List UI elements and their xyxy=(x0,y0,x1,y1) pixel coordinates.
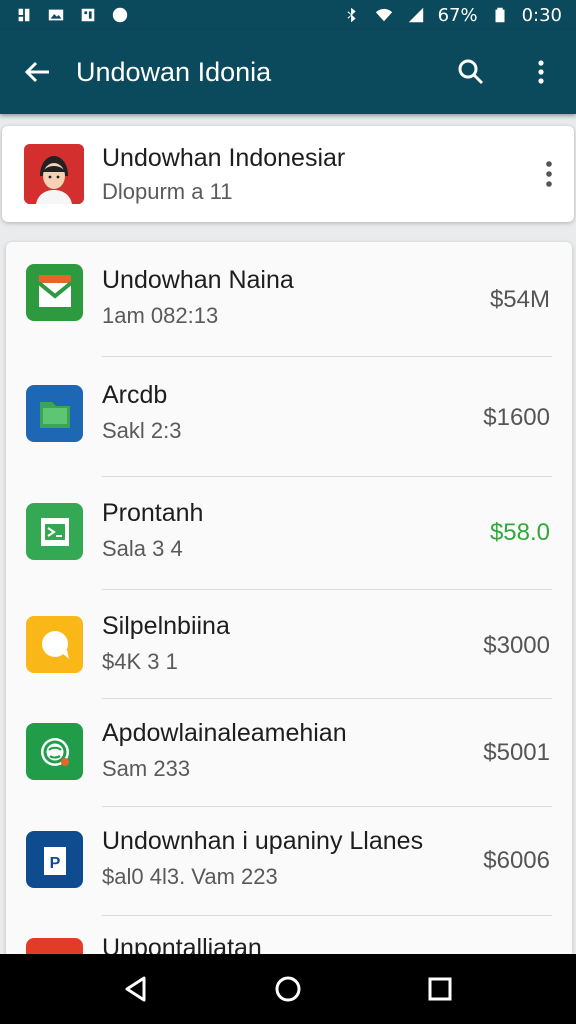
list-item[interactable]: Arcdb Sakl 2:3 $1600 xyxy=(6,357,572,476)
nav-back-button[interactable] xyxy=(106,959,166,1019)
sheet-icon xyxy=(26,503,83,560)
list-item-sub: Sakl 2:3 xyxy=(102,418,182,443)
app-bar: Undowan Idonia xyxy=(0,30,576,114)
chat-icon xyxy=(26,616,83,673)
list-item[interactable]: Prontanh Sala 3 4 $58.0 xyxy=(6,477,572,589)
status-right: 67% 0:30 xyxy=(342,0,562,30)
avatar xyxy=(24,144,84,204)
battery-percent: 67% xyxy=(437,4,478,26)
account-name: Undowhan Indonesiar xyxy=(102,143,346,172)
list-item-texts: Prontanh Sala 3 4 xyxy=(102,499,203,562)
list-item-sub: 1am 082:13 xyxy=(102,303,219,328)
doc-icon: P xyxy=(26,831,83,888)
square-recents-icon xyxy=(428,977,452,1001)
account-subtitle: Dlopurm a 11 xyxy=(102,178,233,204)
system-nav-bar xyxy=(0,954,576,1024)
list-item-texts: Undownhan i upaniny Llanes $al0 4l3. Vam… xyxy=(102,827,423,890)
list-item-sub: Sala 3 4 xyxy=(102,536,183,561)
search-button[interactable] xyxy=(436,30,506,114)
person-icon xyxy=(24,144,84,204)
list-item-texts: Apdowlainaleamehian Sam 233 xyxy=(102,719,347,782)
list-item-sub: $al0 4l3. Vam 223 xyxy=(102,864,278,889)
list-item[interactable]: Silpelnbiina $4K 3 1 $3000 xyxy=(6,590,572,698)
folder-icon xyxy=(26,385,83,442)
more-vert-icon xyxy=(538,60,544,84)
list-item-price: $3000 xyxy=(483,632,550,659)
back-button[interactable] xyxy=(0,30,76,114)
triangle-back-icon xyxy=(125,976,146,1002)
list-item-price: $5001 xyxy=(483,739,550,766)
status-left xyxy=(14,0,130,30)
circle-home-icon xyxy=(275,976,301,1002)
list-item-price: $1600 xyxy=(483,404,550,431)
list-item[interactable]: Apdowlainaleamehian Sam 233 $5001 xyxy=(6,699,572,806)
list-item[interactable]: P Undownhan i upaniny Llanes $al0 4l3. V… xyxy=(6,807,572,915)
gallery-icon xyxy=(78,5,98,25)
search-icon xyxy=(458,59,484,85)
list-item-name: Undowhan Naina xyxy=(102,266,294,294)
nav-recents-button[interactable] xyxy=(410,959,470,1019)
bluetooth-icon xyxy=(342,5,362,25)
app-title: Undowan Idonia xyxy=(76,56,272,87)
clock: 0:30 xyxy=(521,4,562,26)
svg-text:P: P xyxy=(49,855,60,872)
account-header-card[interactable]: Undowhan Indonesiar Dlopurm a 11 xyxy=(2,126,574,222)
header-more-button[interactable] xyxy=(524,126,574,222)
list-item-price: $54M xyxy=(489,286,550,313)
more-vert-icon xyxy=(546,161,552,187)
globe-icon xyxy=(26,723,83,780)
list-item-name: Undownhan i upaniny Llanes xyxy=(102,827,424,855)
list-item-sub: $4K 3 1 xyxy=(102,649,178,674)
image-icon xyxy=(46,5,66,25)
nav-home-button[interactable] xyxy=(258,959,318,1019)
header-texts: Undowhan Indonesiar Dlopurm a 11 xyxy=(102,144,524,205)
list-item[interactable]: Undowhan Naina 1am 082:13 $54M xyxy=(6,242,572,356)
signal-icon xyxy=(406,5,426,25)
overflow-menu-button[interactable] xyxy=(506,30,576,114)
list-item-name: Arcdb xyxy=(102,381,168,409)
app-list: Undowhan Naina 1am 082:13 $54M Arcdb Sak… xyxy=(6,242,572,962)
app-icon xyxy=(110,5,130,25)
list-item-price: $6006 xyxy=(483,847,550,874)
battery-icon xyxy=(490,5,510,25)
mail-icon xyxy=(26,264,83,321)
wifi-icon xyxy=(374,5,394,25)
list-item-price: $58.0 xyxy=(489,519,550,546)
list-item-texts: Arcdb Sakl 2:3 xyxy=(102,381,182,444)
notification-icon xyxy=(14,5,34,25)
list-item-texts: Silpelnbiina $4K 3 1 xyxy=(102,612,230,675)
list-item-texts: Undowhan Naina 1am 082:13 xyxy=(102,266,294,329)
list-item-name: Prontanh xyxy=(102,499,204,527)
arrow-left-icon xyxy=(24,61,49,83)
list-item-sub: Sam 233 xyxy=(102,756,191,781)
list-item-name: Silpelnbiina xyxy=(102,612,230,640)
list-item-name: Apdowlainaleamehian xyxy=(102,719,347,747)
status-bar: 67% 0:30 xyxy=(0,0,576,30)
